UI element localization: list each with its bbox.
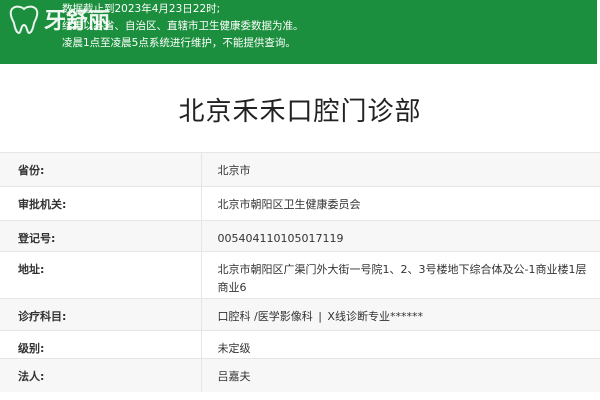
tooth-logo-icon xyxy=(9,5,39,35)
row-label-province: 省份: xyxy=(0,152,202,187)
page-title: 北京禾禾口腔门诊部 xyxy=(178,96,422,127)
table-row: 地址: 北京市朝阳区广渠门外大街一号院1、2、3号楼地下综合体及公-1商业楼1层… xyxy=(0,251,600,299)
table-row: 级别: 未定级 xyxy=(0,330,600,359)
table-row: 省份: 北京市 xyxy=(0,152,600,187)
row-value-legal-person: 吕嘉夫 xyxy=(217,370,251,383)
department-primary: 口腔科 /医学影像科 xyxy=(217,310,313,323)
table-row: 诊疗科目: 口腔科 /医学影像科 | X线诊断专业****** xyxy=(0,298,600,331)
notice-line-maintenance: 凌晨1点至凌晨5点系统进行维护，不能提供查询。 xyxy=(62,37,296,49)
table-row: 登记号: 005404110105017119 xyxy=(0,220,600,252)
row-value-departments: 口腔科 /医学影像科 | X线诊断专业****** xyxy=(201,299,600,331)
logo-text: 牙舒丽 xyxy=(44,8,110,34)
row-value-address: 北京市朝阳区广渠门外大街一号院1、2、3号楼地下综合体及公-1商业楼1层商业6 xyxy=(217,263,587,294)
row-label-level: 级别: xyxy=(0,330,202,359)
row-label-departments: 诊疗科目: xyxy=(0,298,202,331)
row-value-authority: 北京市朝阳区卫生健康委员会 xyxy=(217,198,361,211)
row-label-legal-person: 法人: xyxy=(0,358,202,392)
row-value-level: 未定级 xyxy=(217,342,251,355)
row-value-registration: 005404110105017119 xyxy=(217,232,344,245)
row-value-province: 北京市 xyxy=(217,164,251,177)
row-label-registration: 登记号: xyxy=(0,220,202,252)
department-secondary: X线诊断专业****** xyxy=(327,310,423,323)
notice-line-date: 数据截止到2023年4月23日22时; xyxy=(62,3,221,15)
department-separator: | xyxy=(318,310,322,323)
row-label-address: 地址: xyxy=(0,251,202,299)
title-area: 北京禾禾口腔门诊部 xyxy=(0,64,600,154)
table-row: 审批机关: 北京市朝阳区卫生健康委员会 xyxy=(0,186,600,221)
notice-line-source: 结果以各省、自治区、直辖市卫生健康委数据为准。 xyxy=(62,20,304,32)
table-row: 法人: 吕嘉夫 xyxy=(0,358,600,392)
watermark-logo: 牙舒丽 xyxy=(9,5,110,35)
row-label-authority: 审批机关: xyxy=(0,186,202,221)
clinic-info-table: 省份: 北京市 审批机关: 北京市朝阳区卫生健康委员会 登记号: 0054041… xyxy=(0,152,600,392)
